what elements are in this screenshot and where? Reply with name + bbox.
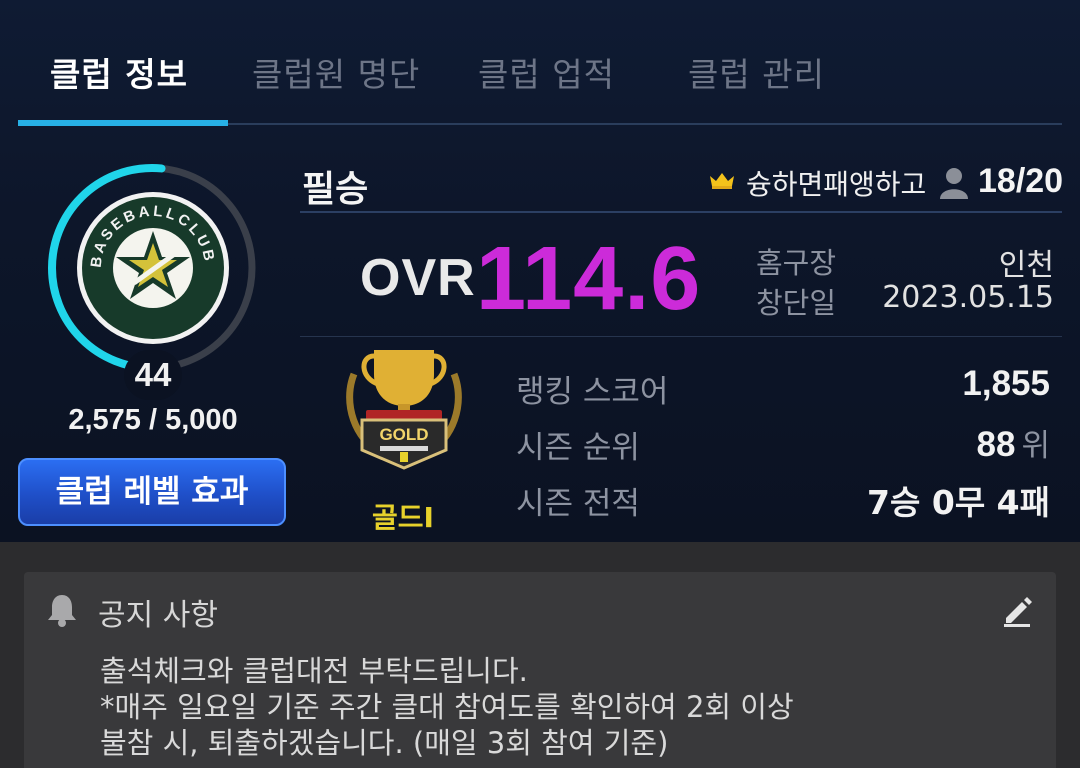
header-divider: [300, 211, 1062, 213]
member-count: 18/20: [978, 162, 1064, 200]
season-rank-unit: 위: [1021, 428, 1050, 464]
tab-club-achievements[interactable]: 클럽 업적: [478, 48, 615, 96]
founded-date-value: 2023.05.15: [882, 280, 1054, 315]
club-emblem: BASEBALLCLUB: [76, 191, 230, 345]
founded-date-label: 창단일: [756, 286, 837, 320]
home-stadium-label: 홈구장: [756, 246, 837, 280]
ranking-score-label: 랭킹 스코어: [516, 374, 669, 410]
edit-icon[interactable]: [1000, 594, 1034, 632]
season-rank: 88 위: [977, 420, 1050, 465]
tab-bar: 클럽 정보 클럽원 명단 클럽 업적 클럽 관리: [0, 0, 1080, 126]
season-rank-label: 시즌 순위: [516, 430, 640, 466]
season-rank-value: 88: [976, 425, 1016, 464]
notice-title: 공지 사항: [98, 598, 218, 633]
club-level-effect-button[interactable]: 클럽 레벨 효과: [18, 458, 286, 526]
tab-club-members[interactable]: 클럽원 명단: [252, 48, 420, 96]
club-leader-name: 슝하면패앵하고: [746, 168, 927, 201]
active-tab-indicator: [18, 120, 228, 126]
notice-line-3: 불참 시, 퇴출하겠습니다. (매일 3회 참여 기준): [100, 726, 669, 760]
tier-label: 골드I: [372, 501, 434, 534]
member-icon: [938, 166, 970, 204]
ovr-label: OVR: [360, 249, 476, 307]
ovr-value: 114.6: [476, 229, 702, 329]
club-level-badge: 44: [124, 350, 182, 400]
season-record-label: 시즌 전적: [516, 486, 640, 522]
season-record-value: 7승 0무 4패: [867, 483, 1050, 522]
gold-tier-trophy-icon: GOLD: [340, 344, 468, 476]
tab-club-management[interactable]: 클럽 관리: [688, 48, 825, 96]
tab-club-info[interactable]: 클럽 정보: [50, 48, 188, 96]
club-name: 필승: [302, 169, 369, 210]
crown-icon: [708, 170, 736, 194]
trophy-badge-text: GOLD: [379, 425, 428, 444]
ovr-divider: [300, 336, 1062, 337]
club-exp-text: 2,575 / 5,000: [68, 404, 238, 436]
home-stadium-value: 인천: [998, 248, 1054, 283]
ranking-score-value: 1,855: [962, 364, 1050, 403]
bell-icon: [46, 592, 78, 632]
